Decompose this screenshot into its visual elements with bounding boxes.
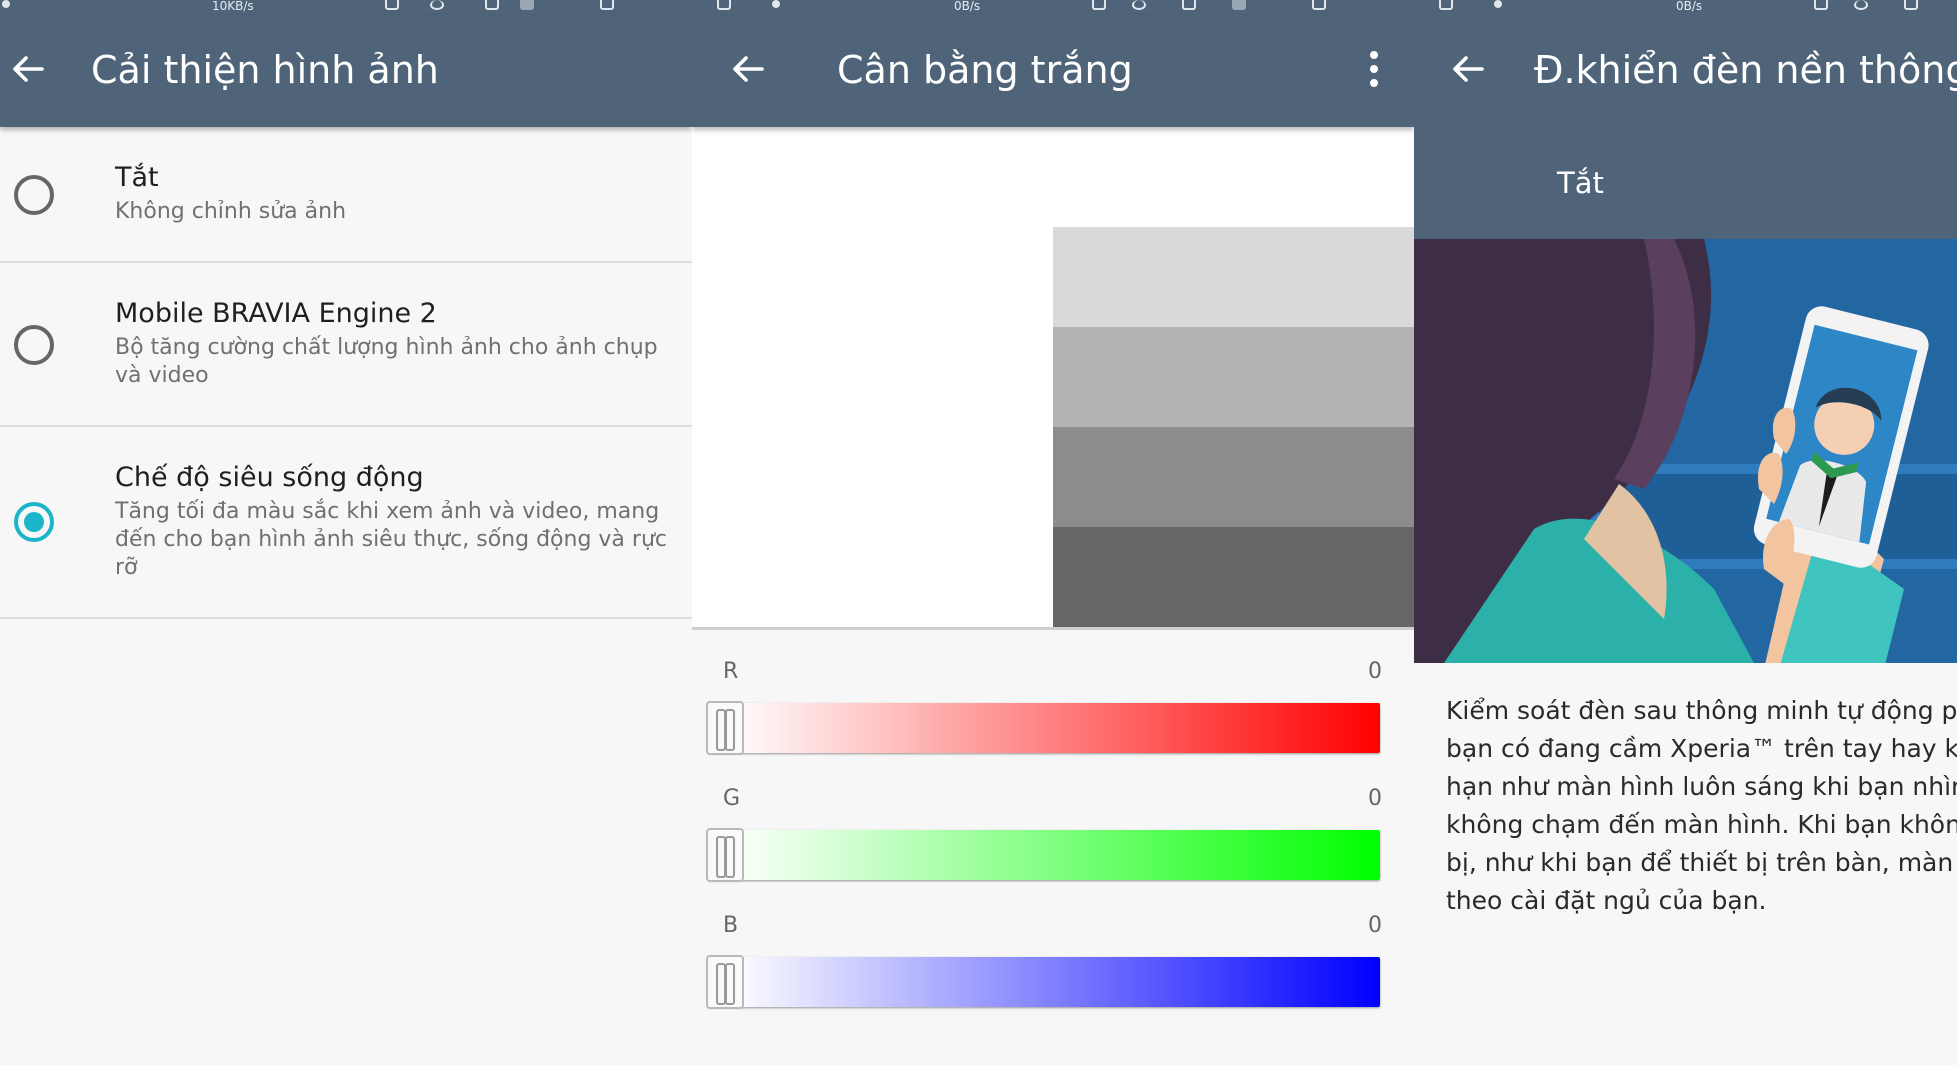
red-channel-label: R bbox=[723, 659, 739, 684]
description-line: không chạm đến màn hình. Khi bạn không bbox=[1446, 810, 1957, 839]
arrow-back-icon[interactable] bbox=[728, 49, 768, 89]
more-vert-icon[interactable] bbox=[1370, 51, 1378, 87]
sim-icon bbox=[1232, 0, 1246, 10]
switch-label: Tắt bbox=[1557, 166, 1604, 200]
app-bar: Cải thiện hình ảnh bbox=[0, 15, 692, 127]
network-speed: 10KB/s bbox=[212, 0, 254, 13]
description-line: Kiểm soát đèn sau thông minh tự động pha bbox=[1446, 696, 1957, 725]
data-arrows-icon bbox=[485, 0, 499, 10]
network-speed: 0B/s bbox=[954, 0, 981, 13]
data-arrows-icon bbox=[1904, 0, 1918, 10]
gray-swatch-4 bbox=[1053, 527, 1414, 627]
radio-button[interactable] bbox=[14, 175, 54, 215]
arrow-back-icon[interactable] bbox=[8, 49, 48, 89]
page-title: Cân bằng trắng bbox=[837, 48, 1133, 92]
nfc-icon bbox=[1092, 0, 1106, 10]
app-bar: Đ.khiển đèn nền thông minh bbox=[1414, 15, 1957, 127]
status-bar: 10KB/s bbox=[0, 0, 692, 15]
green-channel-label: G bbox=[723, 786, 741, 811]
description-line: bị, như khi bạn để thiết bị trên bàn, mà… bbox=[1446, 848, 1957, 877]
smart-backlight-screen: 0B/s Đ.khiển đèn nền thông minh Tắt bbox=[1414, 0, 1957, 1065]
notification-dot-icon bbox=[1494, 0, 1502, 8]
option-subtitle: Tăng tối đa màu sắc khi xem ảnh và video… bbox=[115, 499, 667, 580]
data-arrows-icon bbox=[1182, 0, 1196, 10]
slider-handle[interactable] bbox=[706, 828, 744, 882]
green-channel-value: 0 bbox=[1368, 786, 1382, 811]
option-subtitle: Không chỉnh sửa ảnh bbox=[115, 199, 347, 224]
network-speed: 0B/s bbox=[1676, 0, 1703, 13]
option-super-vivid[interactable]: Chế độ siêu sống động Tăng tối đa màu sắ… bbox=[0, 427, 692, 619]
app-bar: Cân bằng trắng bbox=[692, 15, 1414, 127]
white-balance-preview bbox=[692, 127, 1414, 630]
notification-dot-icon bbox=[2, 0, 10, 8]
gray-swatch-2 bbox=[1053, 327, 1414, 427]
page-title: Đ.khiển đèn nền thông minh bbox=[1534, 48, 1957, 92]
option-bravia-engine[interactable]: Mobile BRAVIA Engine 2 Bộ tăng cường chấ… bbox=[0, 263, 692, 427]
description-line: theo cài đặt ngủ của bạn. bbox=[1446, 886, 1767, 915]
green-slider[interactable] bbox=[706, 828, 1380, 882]
gray-swatch-3 bbox=[1053, 427, 1414, 527]
option-title: Chế độ siêu sống động bbox=[115, 462, 424, 493]
screenshot-icon bbox=[1439, 0, 1453, 10]
red-channel-value: 0 bbox=[1368, 659, 1382, 684]
alarm-icon bbox=[1132, 0, 1146, 10]
red-slider[interactable] bbox=[706, 701, 1380, 755]
alarm-icon bbox=[430, 0, 444, 10]
smart-backlight-illustration bbox=[1414, 239, 1957, 663]
slider-handle[interactable] bbox=[706, 701, 744, 755]
option-off[interactable]: Tắt Không chỉnh sửa ảnh bbox=[0, 127, 692, 263]
gray-swatch-1 bbox=[1053, 227, 1414, 327]
status-bar: 0B/s bbox=[692, 0, 1414, 15]
notification-dot-icon bbox=[772, 0, 780, 8]
blue-slider[interactable] bbox=[706, 955, 1380, 1009]
sim-icon bbox=[520, 0, 534, 10]
nfc-icon bbox=[1814, 0, 1828, 10]
radio-button-selected[interactable] bbox=[14, 502, 54, 542]
screenshot-icon bbox=[717, 0, 731, 10]
status-bar: 0B/s bbox=[1414, 0, 1957, 15]
slider-handle[interactable] bbox=[706, 955, 744, 1009]
option-subtitle: Bộ tăng cường chất lượng hình ảnh cho ản… bbox=[115, 335, 658, 388]
feature-description: Kiểm soát đèn sau thông minh tự động pha… bbox=[1446, 692, 1957, 920]
nfc-icon bbox=[385, 0, 399, 10]
image-enhancement-screen: 10KB/s Cải thiện hình ảnh Tắt Không chỉn… bbox=[0, 0, 692, 1065]
blue-channel-label: B bbox=[723, 913, 739, 938]
battery-icon bbox=[1312, 0, 1326, 10]
blue-channel-value: 0 bbox=[1368, 913, 1382, 938]
option-title: Tắt bbox=[115, 162, 159, 193]
alarm-icon bbox=[1854, 0, 1868, 10]
page-title: Cải thiện hình ảnh bbox=[91, 48, 439, 92]
battery-icon bbox=[600, 0, 614, 10]
description-line: bạn có đang cầm Xperia™ trên tay hay khô… bbox=[1446, 734, 1957, 763]
description-line: hạn như màn hình luôn sáng khi bạn nhìn … bbox=[1446, 772, 1957, 801]
arrow-back-icon[interactable] bbox=[1448, 49, 1488, 89]
master-switch-bar[interactable]: Tắt bbox=[1414, 127, 1957, 239]
option-title: Mobile BRAVIA Engine 2 bbox=[115, 298, 437, 329]
white-balance-screen: 0B/s Cân bằng trắng R 0 G 0 B 0 bbox=[692, 0, 1414, 1065]
radio-button[interactable] bbox=[14, 325, 54, 365]
